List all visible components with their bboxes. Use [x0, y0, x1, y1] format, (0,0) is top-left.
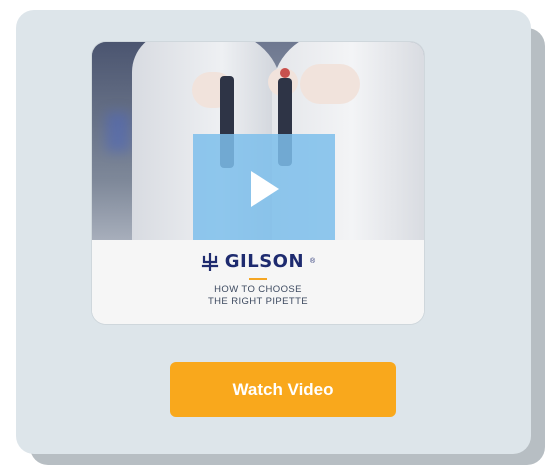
video-title-area: GILSON ® HOW TO CHOOSE THE RIGHT PIPETTE	[92, 240, 424, 324]
play-icon	[251, 171, 279, 207]
brand-divider	[249, 278, 267, 280]
video-thumbnail-card[interactable]: GILSON ® HOW TO CHOOSE THE RIGHT PIPETTE	[92, 42, 424, 324]
subtitle-line-2: THE RIGHT PIPETTE	[207, 296, 309, 307]
brand-trademark: ®	[310, 258, 316, 265]
subtitle-line-1: HOW TO CHOOSE	[214, 284, 302, 295]
thumbnail-light	[106, 112, 130, 152]
play-button[interactable]	[193, 134, 335, 244]
brand-name: GILSON	[224, 251, 305, 272]
watch-video-button[interactable]: Watch Video	[170, 362, 396, 417]
hand-right	[300, 64, 360, 104]
pipette-cap	[280, 68, 290, 78]
brand-logo: GILSON ®	[92, 251, 424, 272]
video-subtitle: HOW TO CHOOSE THE RIGHT PIPETTE	[92, 284, 424, 308]
gilson-logo-icon	[201, 252, 218, 271]
